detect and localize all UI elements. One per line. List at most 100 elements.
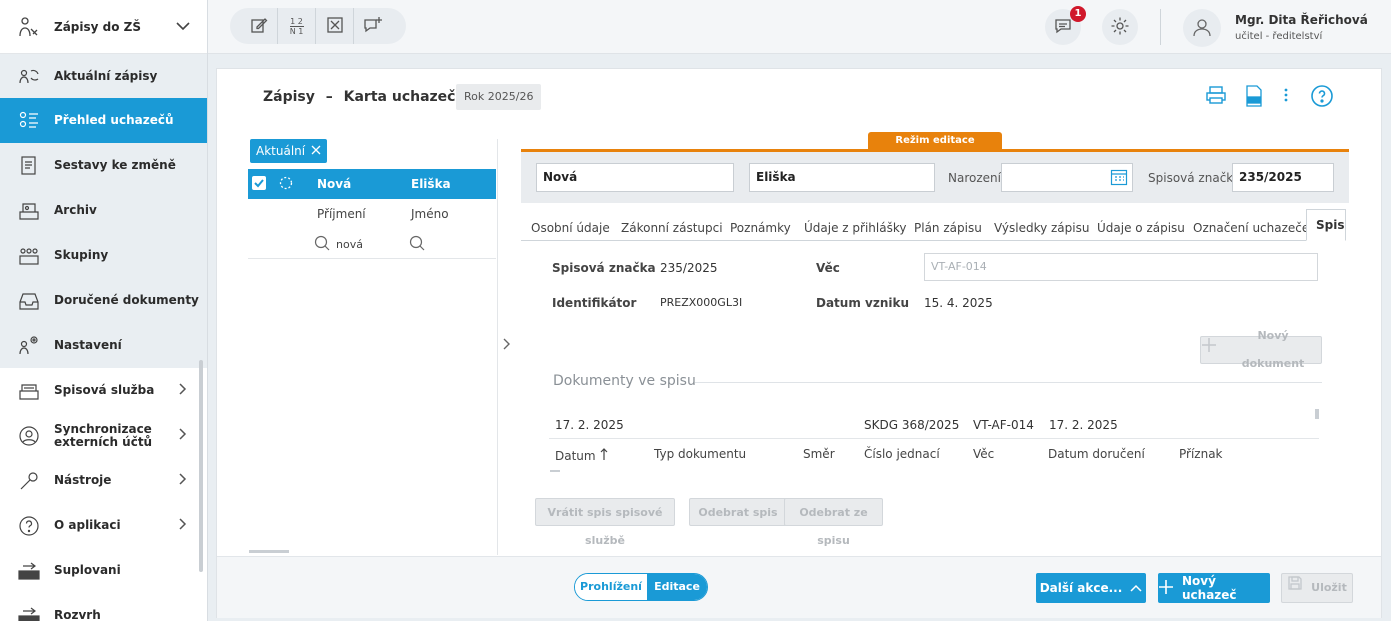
applicants-list-icon [16, 109, 42, 133]
selected-row-name: Eliška [411, 177, 451, 191]
sidebar-item-nastaveni[interactable]: Nastavení [0, 323, 207, 368]
xls-file-icon [1245, 85, 1263, 110]
tab-oznaceni-uchazece[interactable]: Označení uchazeče [1193, 217, 1309, 239]
tab-zakonni-zastupci[interactable]: Zákonní zástupci [621, 217, 723, 239]
remove-from-file-button[interactable]: Odebrat ze spisu [784, 498, 883, 547]
sidebar-item-spisova-sluzba[interactable]: Spisová služba [0, 368, 207, 413]
print-button[interactable] [1205, 85, 1227, 108]
surname-filter-value[interactable]: nová [336, 238, 363, 251]
sidebar-item-synchronizace[interactable]: Synchronizace externích účtů [0, 413, 207, 458]
sidebar-item-aktualni-zapisy[interactable]: Aktuální zápisy [0, 54, 207, 99]
more-menu-button[interactable] [1283, 87, 1289, 106]
new-applicant-button[interactable]: Nový uchazeč [1158, 573, 1270, 603]
plus-icon [1201, 336, 1217, 364]
sort-ascending-icon [600, 447, 608, 464]
module-switcher[interactable]: Zápisy do ZŠ [0, 0, 207, 54]
breadcrumb-section[interactable]: Zápisy [263, 89, 315, 105]
close-icon[interactable] [311, 139, 321, 163]
surname-field[interactable]: Nová [536, 163, 734, 192]
sidebar-item-suplovani[interactable]: Suplovani [0, 548, 207, 593]
numbering-button[interactable]: 1 2 N 1 [278, 8, 316, 44]
sidebar-item-label: Rozvrh [54, 608, 101, 621]
doc-date: 17. 2. 2025 [555, 418, 624, 432]
user-name[interactable]: Mgr. Dita Řeřichová [1235, 13, 1368, 27]
edit-button[interactable] [240, 8, 278, 44]
save-label: Uložit [1311, 581, 1347, 594]
mode-switch[interactable]: Prohlížení Editace [574, 573, 708, 601]
tab-plan-zapisu[interactable]: Plán zápisu [914, 217, 982, 239]
column-header-surname[interactable]: Příjmení [317, 207, 366, 221]
fraction-icon: 1 2 N 1 [289, 16, 304, 36]
file-no-field[interactable]: 235/2025 [1232, 163, 1334, 192]
floppy-disk-icon [1287, 574, 1303, 602]
column-header-datum-doruceni[interactable]: Datum doručení [1048, 447, 1145, 461]
column-header-smer[interactable]: Směr [803, 447, 835, 461]
surname-filter[interactable]: nová [314, 235, 363, 254]
list-scrollbar[interactable] [249, 550, 289, 553]
plus-icon [1158, 579, 1174, 598]
sidebar-scrollbar[interactable] [199, 360, 203, 572]
sidebar-item-archiv[interactable]: Archiv [0, 188, 207, 233]
remove-file-button[interactable]: Odebrat spis [689, 498, 787, 526]
return-file-button[interactable]: Vrátit spis spisové službě [535, 498, 675, 547]
new-document-button[interactable]: Nový dokument [1200, 329, 1322, 370]
checkbox-checked[interactable] [252, 176, 266, 190]
column-header-cislo-jednaci[interactable]: Číslo jednací [864, 447, 940, 461]
tab-spis[interactable]: Spis [1306, 209, 1346, 241]
column-header-typ[interactable]: Typ dokumentu [654, 447, 746, 461]
pencil-icon [250, 16, 268, 37]
file-no-label: Spisová značka [1148, 171, 1241, 185]
sidebar-item-label: Spisová služba [54, 383, 155, 397]
save-button[interactable]: Uložit [1281, 573, 1353, 603]
tab-vysledky-zapisu[interactable]: Výsledky zápisu [994, 217, 1089, 239]
add-comment-button[interactable] [354, 8, 392, 44]
table-row[interactable]: 17. 2. 2025 SKDG 368/2025 VT-AF-014 17. … [549, 405, 1319, 439]
birth-label: Narození [948, 171, 1001, 185]
sidebar-item-sestavy[interactable]: Sestavy ke změně [0, 143, 207, 188]
search-icon [314, 235, 330, 254]
list-selected-row[interactable]: Nová Eliška [248, 169, 496, 199]
name-filter[interactable] [409, 235, 425, 254]
mode-edit-button[interactable]: Editace [647, 574, 707, 600]
sidebar-item-label: Sestavy ke změně [54, 158, 176, 172]
toolbar-group: 1 2 N 1 [230, 8, 406, 44]
mode-view-button[interactable]: Prohlížení [575, 574, 647, 600]
filter-chip-aktualni[interactable]: Aktuální [250, 139, 328, 163]
fraction-top: 1 2 [290, 16, 303, 26]
top-bar: 1 2 N 1 1 Mgr. Dita Řeřichová učitel - ř… [208, 0, 1391, 54]
settings-button[interactable] [1102, 9, 1138, 45]
breadcrumb: Zápisy – Karta uchazeče [263, 89, 465, 105]
spis-created-value: 15. 4. 2025 [924, 296, 993, 310]
expand-panel-button[interactable] [503, 338, 511, 353]
table-h-scrollbar[interactable] [550, 470, 560, 472]
chevron-down-icon[interactable] [173, 19, 193, 35]
sidebar-item-nastroje[interactable]: Nástroje [0, 458, 207, 503]
calendar-icon[interactable] [1110, 168, 1128, 189]
tab-udaje-z-prihlasky[interactable]: Údaje z přihlášky [804, 217, 906, 239]
column-header-vec[interactable]: Věc [973, 447, 994, 461]
sidebar-item-dorucene-dokumenty[interactable]: Doručené dokumenty [0, 278, 207, 323]
tab-udaje-o-zapisu[interactable]: Údaje o zápisu [1097, 217, 1185, 239]
module-switcher-row[interactable]: Zápisy do ZŠ [0, 7, 207, 47]
sidebar-item-label: Aktuální zápisy [54, 69, 158, 83]
avatar[interactable] [1183, 9, 1221, 47]
wrench-icon [16, 469, 42, 493]
spis-subject-input[interactable]: VT-AF-014 [924, 253, 1318, 281]
sidebar-item-prehled-uchazecu[interactable]: Přehled uchazečů [0, 98, 207, 143]
tab-osobni-udaje[interactable]: Osobní údaje [531, 217, 610, 239]
column-header-priznak[interactable]: Příznak [1179, 447, 1223, 461]
table-scrollbar[interactable] [1315, 409, 1319, 419]
sidebar-item-skupiny[interactable]: Skupiny [0, 233, 207, 278]
tab-poznamky[interactable]: Poznámky [730, 217, 791, 239]
export-xls-button[interactable] [1245, 85, 1263, 110]
column-header-datum[interactable]: Datum [555, 447, 608, 464]
column-header-name[interactable]: Jméno [411, 207, 449, 221]
more-actions-button[interactable]: Další akce... [1036, 573, 1146, 603]
help-button[interactable] [1310, 84, 1334, 111]
sidebar-item-label: Synchronizace externích účtů [54, 421, 153, 449]
sidebar-item-o-aplikaci[interactable]: O aplikaci [0, 503, 207, 548]
name-field[interactable]: Eliška [749, 163, 935, 192]
sidebar-item-rozvrh[interactable]: Rozvrh [0, 593, 207, 621]
chevron-right-icon [173, 382, 193, 399]
excel-button[interactable] [316, 8, 354, 44]
